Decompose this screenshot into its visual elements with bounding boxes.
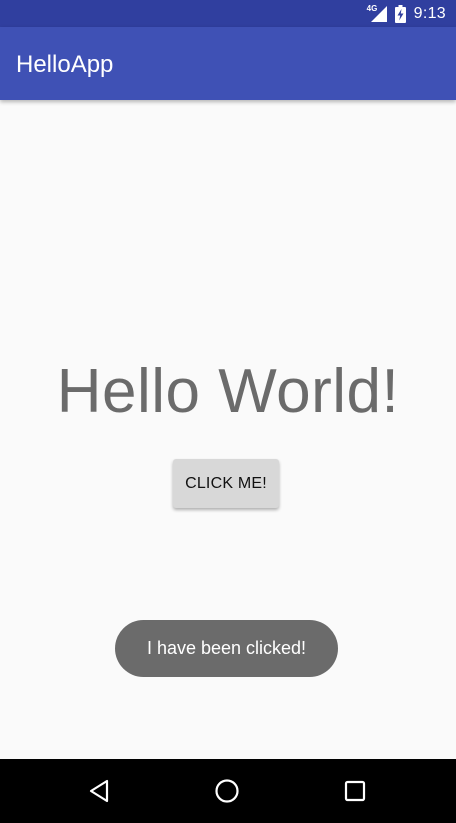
back-button[interactable]	[59, 759, 139, 823]
navigation-bar	[0, 759, 456, 823]
app-title: HelloApp	[16, 51, 114, 78]
toast-text: I have been clicked!	[146, 638, 307, 658]
toast-message: I have been clicked!	[115, 620, 338, 677]
click-me-button[interactable]: CLICK ME!	[173, 459, 279, 508]
recents-button[interactable]	[315, 759, 395, 823]
signal-indicator: 4G	[367, 4, 387, 24]
hello-text: Hello World!	[56, 357, 400, 426]
back-icon	[89, 779, 109, 803]
app-bar: HelloApp	[0, 27, 456, 100]
status-icons: 4G 9:13	[367, 0, 446, 27]
status-clock: 9:13	[413, 4, 446, 22]
signal-icon	[370, 5, 387, 22]
home-icon	[215, 779, 239, 803]
recents-icon	[344, 780, 366, 802]
status-bar: 4G 9:13	[0, 0, 456, 27]
home-button[interactable]	[187, 759, 267, 823]
battery-charging-icon	[394, 4, 406, 23]
